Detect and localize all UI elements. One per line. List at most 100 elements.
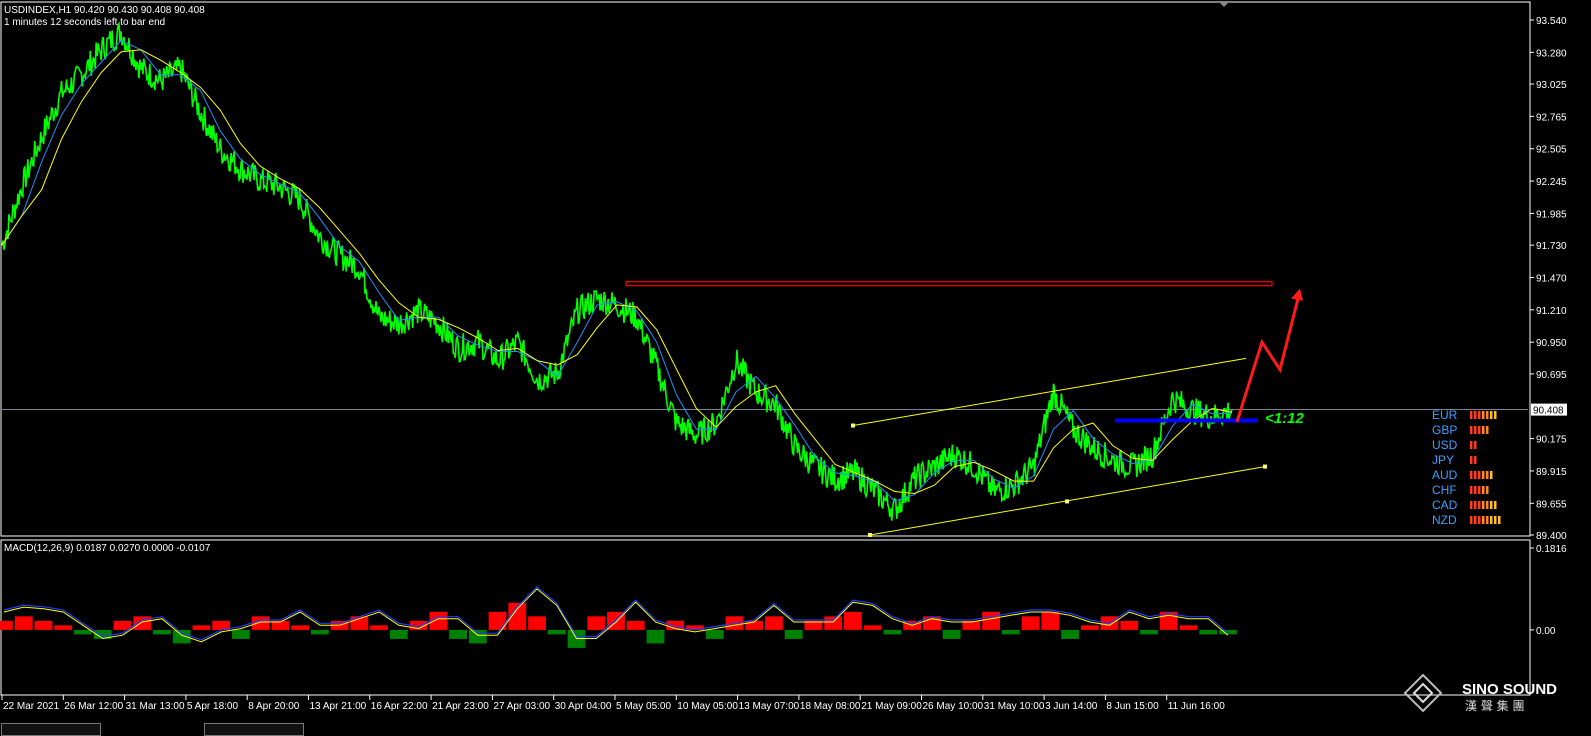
strength-bar	[1470, 486, 1473, 494]
strength-bar	[1482, 486, 1485, 494]
macd-histogram-bar	[942, 629, 961, 639]
sino-sound-logo: SINO SOUND 漢 聲 集 團	[1403, 673, 1557, 713]
strength-bar	[1478, 501, 1481, 509]
macd-tick-label: 0.1816	[1536, 544, 1567, 555]
macd-series: 0.1816 0.00	[0, 544, 1567, 648]
tab-strip[interactable]	[0, 722, 1591, 736]
strength-bar	[1470, 411, 1473, 419]
macd-histogram-bar	[1001, 629, 1020, 635]
current-price-label: 90.408	[1533, 406, 1564, 417]
currency-label-chf: CHF	[1432, 483, 1457, 497]
y-tick-label: 89.400	[1536, 531, 1567, 542]
strength-bar	[1478, 426, 1481, 434]
currency-label-aud: AUD	[1432, 468, 1458, 482]
price-axis: 93.540 93.280 93.025 92.765 92.505 92.245 91.9…	[2, 16, 1567, 542]
strength-bar	[1482, 516, 1485, 524]
macd-histogram-bar	[547, 629, 566, 635]
macd-histogram-bar	[232, 629, 250, 639]
strength-bar	[1470, 471, 1473, 479]
strength-bar	[1474, 471, 1477, 479]
strength-bar	[1470, 441, 1473, 449]
y-tick-label: 92.505	[1536, 145, 1567, 156]
strength-bar	[1470, 456, 1473, 464]
bar-timer-label: 1 minutes 12 seconds left to bar end	[4, 17, 165, 28]
strength-bar	[1470, 501, 1473, 509]
strength-bar	[1478, 411, 1481, 419]
macd-histogram-bar	[1140, 629, 1158, 635]
currency-label-usd: USD	[1432, 438, 1458, 452]
strength-bar	[1490, 516, 1493, 524]
strength-bar	[1474, 441, 1477, 449]
chart-tab[interactable]	[204, 723, 304, 736]
macd-histogram-bar	[429, 611, 448, 630]
currency-label-eur: EUR	[1432, 408, 1458, 422]
macd-histogram-bar	[528, 616, 546, 630]
macd-histogram-bar	[192, 625, 211, 630]
macd-histogram-bar	[705, 629, 724, 639]
strength-bar	[1482, 411, 1485, 419]
macd-histogram-bar	[784, 629, 803, 639]
macd-histogram-bar	[1199, 629, 1218, 635]
macd-histogram-bar	[310, 629, 329, 635]
x-tick-label: 13 Apr 21:00	[310, 701, 367, 712]
currency-label-jpy: JPY	[1432, 453, 1454, 467]
price-series	[1, 21, 1233, 521]
y-tick-label: 93.280	[1536, 48, 1567, 59]
x-tick-label: 16 Apr 22:00	[371, 701, 428, 712]
y-tick-label: 89.655	[1536, 499, 1567, 510]
y-tick-label: 91.210	[1536, 306, 1567, 317]
chart-tab[interactable]	[1, 723, 101, 736]
time-axis: 22 Mar 2021 26 Mar 12:00 31 Mar 13:00 5 Apr…	[1, 695, 1225, 712]
strength-bar	[1470, 516, 1473, 524]
strength-bar	[1482, 501, 1485, 509]
strength-bar	[1486, 501, 1489, 509]
macd-histogram-bar	[291, 625, 310, 630]
y-tick-label: 93.540	[1536, 16, 1567, 27]
macd-histogram-bar	[1080, 625, 1099, 630]
watermark-chinese: 漢 聲 集 團	[1465, 698, 1524, 713]
strength-bar	[1486, 426, 1489, 434]
macd-histogram-bar	[389, 629, 408, 639]
x-tick-label: 30 Apr 04:00	[555, 701, 612, 712]
shift-marker-icon[interactable]	[1219, 2, 1229, 7]
macd-histogram-bar	[34, 620, 53, 630]
macd-histogram-bar	[1041, 611, 1060, 630]
currency-label-nzd: NZD	[1432, 513, 1457, 527]
strength-bar	[1494, 501, 1497, 509]
x-tick-label: 26 Mar 12:00	[64, 701, 123, 712]
strength-bar	[1486, 486, 1489, 494]
strength-bar	[1486, 471, 1489, 479]
strength-bar	[1474, 516, 1477, 524]
y-tick-label: 90.695	[1536, 370, 1567, 381]
x-tick-label: 31 May 10:00	[984, 701, 1045, 712]
y-tick-label: 91.730	[1536, 241, 1567, 252]
macd-histogram-bar	[1179, 625, 1198, 630]
watermark-brand: SINO SOUND	[1462, 681, 1557, 698]
y-tick-label: 90.950	[1536, 338, 1567, 349]
macd-histogram-bar	[626, 620, 645, 630]
strength-bar	[1478, 486, 1481, 494]
projection-arrowhead-icon	[1291, 288, 1303, 301]
fast-moving-average	[1, 39, 1233, 502]
strength-bar	[1498, 516, 1501, 524]
x-tick-label: 3 Jun 14:00	[1045, 701, 1098, 712]
macd-histogram-bar	[824, 616, 843, 630]
strength-bar	[1474, 486, 1477, 494]
slow-moving-average	[1, 49, 1233, 495]
macd-histogram-bar	[251, 616, 270, 630]
x-tick-label: 22 Mar 2021	[3, 701, 60, 712]
strength-bar	[1474, 426, 1477, 434]
x-tick-label: 5 Apr 18:00	[187, 701, 239, 712]
macd-title: MACD(12,26,9) 0.0187 0.0270 0.0000 -0.01…	[4, 543, 211, 554]
macd-histogram-bar	[468, 629, 487, 644]
y-tick-label: 91.470	[1536, 273, 1567, 284]
trading-chart[interactable]: USDINDEX,H1 90.420 90.430 90.408 90.408 …	[0, 0, 1591, 735]
macd-histogram-bar	[646, 629, 665, 644]
macd-histogram-bar	[1120, 620, 1139, 630]
currency-label-cad: CAD	[1432, 498, 1458, 512]
strength-bar	[1494, 516, 1497, 524]
macd-histogram-bar	[1061, 629, 1079, 639]
macd-histogram-bar	[74, 629, 92, 635]
strength-bar	[1470, 426, 1473, 434]
strength-bar	[1474, 501, 1477, 509]
